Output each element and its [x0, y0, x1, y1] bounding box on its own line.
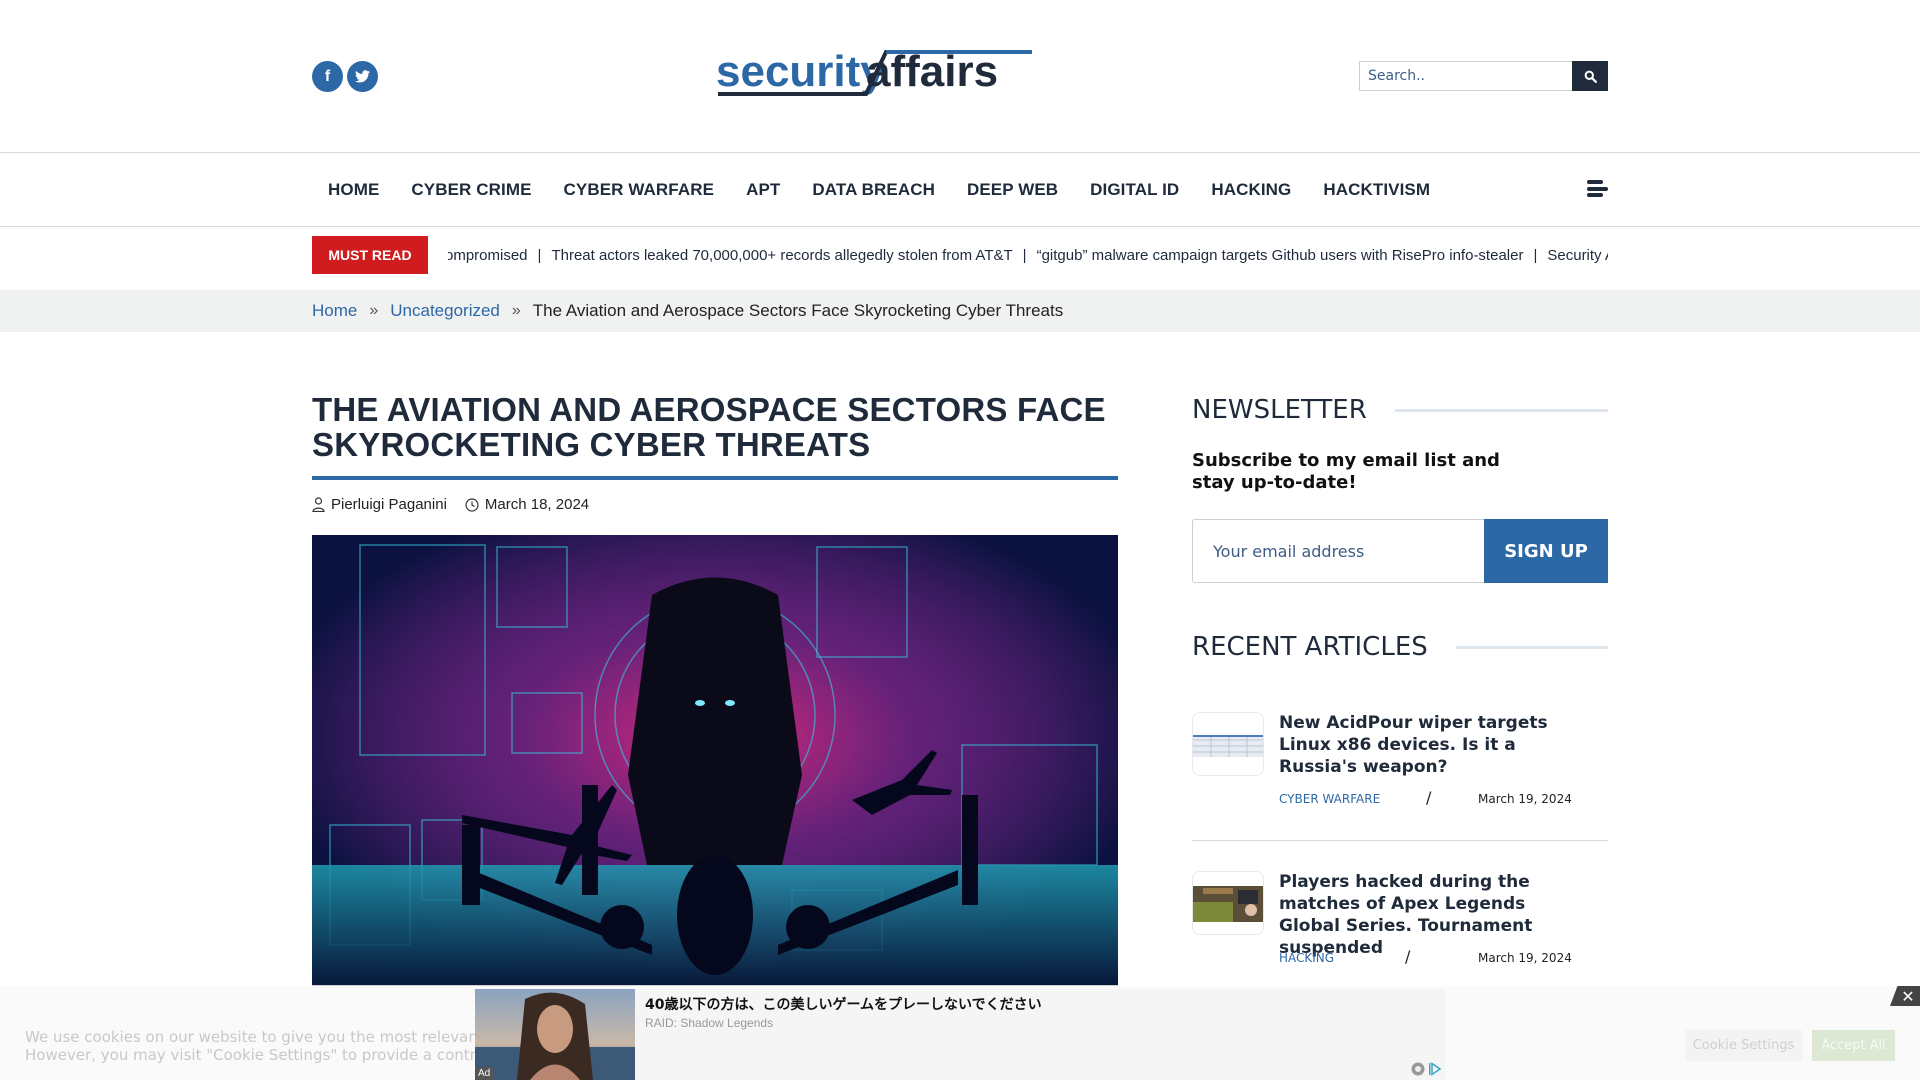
ticker-item[interactable]: “gitgub” malware campaign targets Github…	[1037, 247, 1524, 264]
recent-article-title[interactable]: New AcidPour wiper targets Linux x86 dev…	[1279, 712, 1579, 778]
ticker-item[interactable]: Threat actors leaked 70,000,000+ records…	[551, 247, 1012, 264]
article-title: THE AVIATION AND AEROSPACE SECTORS FACE …	[312, 391, 1106, 463]
twitter-icon	[355, 70, 370, 83]
sign-up-button[interactable]: SIGN UP	[1484, 519, 1608, 583]
article-author[interactable]: Pierluigi Paganini	[331, 496, 447, 513]
recent-articles-heading: RECENT ARTICLES	[1192, 632, 1608, 662]
article-thumbnail[interactable]	[1192, 712, 1264, 776]
ad-info[interactable]	[1411, 1062, 1441, 1076]
article-hero-image	[312, 535, 1118, 985]
hamburger-menu-icon[interactable]	[1587, 180, 1608, 197]
ticker-item[interactable]: ompromised	[448, 247, 528, 264]
clock-icon	[465, 497, 479, 512]
ticker-separator: |	[1022, 246, 1027, 264]
newsletter-heading-text: NEWSLETTER	[1192, 395, 1367, 425]
user-icon	[312, 497, 325, 512]
logo-part1: security	[716, 48, 885, 96]
article-thumbnail[interactable]	[1192, 871, 1264, 935]
heading-rule	[1455, 645, 1608, 649]
ad-title[interactable]: 40歳以下の方は、この美しいゲームをプレーしないでください	[645, 994, 1042, 1014]
recent-article-title[interactable]: Players hacked during the matches of Ape…	[1279, 871, 1579, 959]
ad-brand: RAID: Shadow Legends	[645, 1016, 774, 1030]
social-links: f	[312, 61, 378, 92]
nav-item-hacktivism[interactable]: HACKTIVISM	[1307, 180, 1446, 200]
nav-item-data-breach[interactable]: DATA BREACH	[796, 180, 951, 200]
search-input[interactable]	[1359, 61, 1572, 91]
main-nav: HOME CYBER CRIME CYBER WARFARE APT DATA …	[0, 153, 1920, 227]
title-divider	[312, 476, 1118, 480]
facebook-icon: f	[324, 67, 331, 85]
ad-image[interactable]: Ad	[475, 989, 635, 1080]
email-field[interactable]	[1192, 519, 1484, 583]
meta-separator: /	[1426, 788, 1432, 807]
ad-label: Ad	[475, 1067, 494, 1080]
heading-rule	[1394, 408, 1608, 412]
breadcrumb-home[interactable]: Home	[312, 301, 357, 321]
chevron-double-right-icon: »	[369, 302, 379, 319]
nav-item-hacking[interactable]: HACKING	[1195, 180, 1307, 200]
meta-separator: /	[1405, 947, 1411, 966]
article-meta: Pierluigi Paganini March 18, 2024	[312, 496, 607, 513]
search-form	[1359, 61, 1608, 91]
adchoices-icon[interactable]	[1429, 1062, 1441, 1076]
accept-all-button[interactable]: Accept All	[1812, 1030, 1895, 1061]
breadcrumb-current: The Aviation and Aerospace Sectors Face …	[532, 301, 1064, 320]
recent-article-category[interactable]: HACKING	[1279, 951, 1334, 965]
newsletter-text: Subscribe to my email list and stay up-t…	[1192, 450, 1500, 493]
search-icon	[1584, 70, 1597, 83]
recent-article-item[interactable]: Players hacked during the matches of Ape…	[1192, 871, 1608, 991]
site-logo[interactable]: security affairs	[716, 48, 1032, 100]
breadcrumb: Home » Uncategorized » The Aviation and …	[312, 290, 1063, 332]
article-date: March 18, 2024	[484, 496, 590, 513]
recent-article-item[interactable]: New AcidPour wiper targets Linux x86 dev…	[1192, 712, 1608, 842]
newsletter-heading: NEWSLETTER	[1192, 395, 1608, 425]
nav-item-apt[interactable]: APT	[730, 180, 796, 200]
recent-article-category[interactable]: CYBER WARFARE	[1279, 792, 1380, 806]
chevron-double-right-icon: »	[511, 302, 521, 319]
twitter-link[interactable]	[347, 61, 378, 92]
advertisement[interactable]: Ad 40歳以下の方は、この美しいゲームをプレーしないでください RAID: S…	[475, 989, 1445, 1080]
nav-item-deep-web[interactable]: DEEP WEB	[951, 180, 1074, 200]
must-read-ticker: MUST READ ompromised | Threat actors lea…	[312, 236, 1608, 274]
ticker-item[interactable]: Security Affa	[1547, 247, 1608, 264]
nav-item-home[interactable]: HOME	[312, 180, 395, 200]
recent-articles-heading-text: RECENT ARTICLES	[1192, 632, 1428, 662]
nav-item-cyber-crime[interactable]: CYBER CRIME	[395, 180, 547, 200]
ticker-separator: |	[1533, 246, 1538, 264]
nav-item-digital-id[interactable]: DIGITAL ID	[1074, 180, 1195, 200]
nav-item-cyber-warfare[interactable]: CYBER WARFARE	[548, 180, 731, 200]
site-header: f security affairs	[0, 0, 1920, 153]
ticker-separator: |	[537, 246, 542, 264]
newsletter-form: SIGN UP	[1192, 519, 1608, 583]
recent-divider	[1192, 840, 1608, 841]
breadcrumb-category[interactable]: Uncategorized	[390, 301, 500, 321]
search-button[interactable]	[1572, 61, 1608, 91]
recent-article-date: March 19, 2024	[1478, 792, 1572, 806]
cookie-settings-button[interactable]: Cookie Settings	[1685, 1030, 1802, 1061]
ad-avatar-icon	[1411, 1062, 1425, 1076]
recent-article-date: March 19, 2024	[1478, 951, 1572, 965]
breadcrumb-band: Home » Uncategorized » The Aviation and …	[0, 290, 1920, 332]
facebook-link[interactable]: f	[312, 61, 343, 92]
must-read-label: MUST READ	[312, 236, 428, 274]
